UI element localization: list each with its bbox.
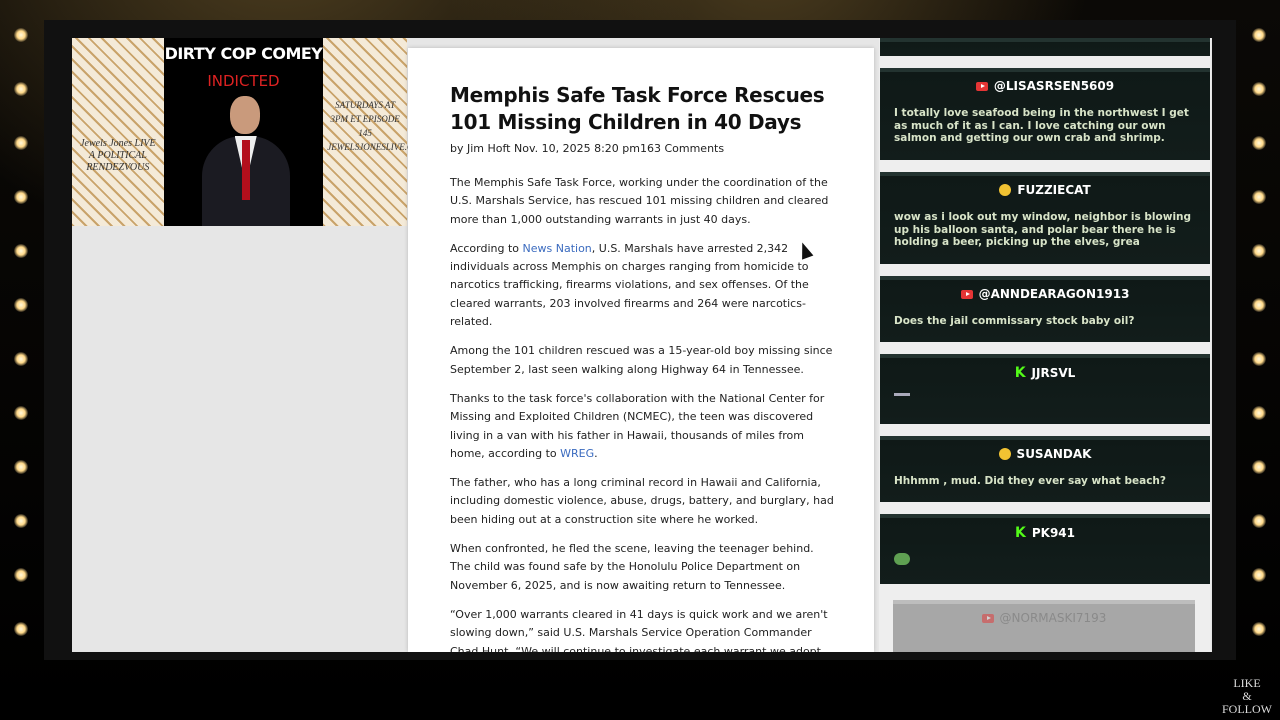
promo-title: DIRTY COP COMEY	[164, 44, 323, 63]
chat-message: K JJRSVL	[880, 354, 1210, 424]
paragraph-text: .	[594, 446, 598, 460]
article-paragraph: The father, who has a long criminal reco…	[450, 476, 834, 526]
chat-username: FUZZIECAT	[1017, 183, 1091, 197]
live-chat-panel: @LISASRSEN5609 I totally love seafood be…	[879, 38, 1211, 652]
article-paragraph: Thanks to the task force's collaboration…	[450, 390, 835, 463]
youtube-icon	[981, 613, 994, 623]
article-paragraph: The Memphis Safe Task Force, working und…	[450, 176, 829, 226]
chat-text: I totally love seafood being in the nort…	[894, 107, 1189, 144]
youtube-icon	[975, 81, 988, 91]
marquee-lights-right	[1236, 0, 1280, 660]
chat-username: @LISASRSEN5609	[993, 79, 1115, 93]
article-paragraph: When confronted, he fled the scene, leav…	[450, 542, 814, 592]
paragraph-text: Thanks to the task force's collaboration…	[450, 391, 825, 460]
chat-message: K PK941	[880, 514, 1210, 584]
article-byline: by Jim Hoft Nov. 10, 2025 8:20 pm163 Com…	[450, 142, 725, 155]
youtube-icon	[960, 289, 973, 299]
promo-right-caption: SATURDAYS AT 3PM ET EPISODE 145 JEWELSJO…	[327, 100, 427, 152]
article-paragraph: “Over 1,000 warrants cleared in 41 days …	[450, 607, 828, 652]
kick-icon: K	[1014, 525, 1026, 541]
stream-canvas: Jewels Jones LIVE A POLITICAL RENDEZVOUS…	[72, 38, 1212, 652]
chat-message-incoming: @NORMASKI7193	[893, 600, 1195, 652]
chat-text: Hhhmm , mud. Did they ever say what beac…	[894, 475, 1166, 487]
article-paragraph: According to News Nation, U.S. Marshals …	[450, 240, 835, 331]
promo-art-left: Jewels Jones LIVE A POLITICAL RENDEZVOUS	[72, 38, 164, 226]
marquee-lights-left	[0, 0, 44, 660]
article-paragraph: Among the 101 children rescued was a 15-…	[450, 344, 833, 376]
emote-icon	[894, 393, 910, 396]
emoji-icon	[999, 184, 1012, 196]
watermark-line: FOLLOW	[1222, 702, 1272, 716]
show-promo-banner: Jewels Jones LIVE A POLITICAL RENDEZVOUS…	[72, 38, 427, 226]
promo-art-right: SATURDAYS AT 3PM ET EPISODE 145 JEWELSJO…	[323, 38, 427, 226]
promo-subtitle: INDICTED	[207, 72, 280, 90]
chat-username: @NORMASKI7193	[999, 611, 1107, 625]
kick-icon: K	[1014, 365, 1026, 381]
paragraph-text: According to	[450, 241, 523, 255]
chat-username: JJRSVL	[1031, 366, 1076, 380]
chat-username: SUSANDAK	[1016, 447, 1092, 461]
chat-text: Does the jail commissary stock baby oil?	[894, 315, 1135, 327]
emoji-icon	[998, 448, 1011, 460]
chat-message: @ANNDEARAGON1913 Does the jail commissar…	[880, 276, 1210, 342]
frog-emote-icon	[894, 553, 910, 565]
chat-message: SUSANDAK Hhhmm , mud. Did they ever say …	[880, 436, 1210, 502]
person-image	[201, 96, 290, 226]
news-nation-link[interactable]: News Nation	[523, 242, 592, 255]
chat-username: @ANNDEARAGON1913	[978, 287, 1130, 301]
promo-photo: DIRTY COP COMEY INDICTED	[163, 38, 324, 226]
article-headline[interactable]: Memphis Safe Task Force Rescues 101 Miss…	[450, 82, 835, 136]
chat-text: wow as i look out my window, neighbor is…	[894, 211, 1192, 248]
like-follow-watermark: LIKE & FOLLOW	[1222, 677, 1272, 716]
chat-username: PK941	[1031, 526, 1075, 540]
article-panel: Memphis Safe Task Force Rescues 101 Miss…	[408, 48, 874, 652]
chat-message: FUZZIECAT wow as i look out my window, n…	[880, 172, 1210, 264]
promo-left-caption: Jewels Jones LIVE A POLITICAL RENDEZVOUS	[80, 138, 156, 173]
chat-message-partial	[880, 38, 1210, 56]
chat-message: @LISASRSEN5609 I totally love seafood be…	[880, 68, 1210, 160]
wreg-link[interactable]: WREG	[560, 447, 594, 460]
